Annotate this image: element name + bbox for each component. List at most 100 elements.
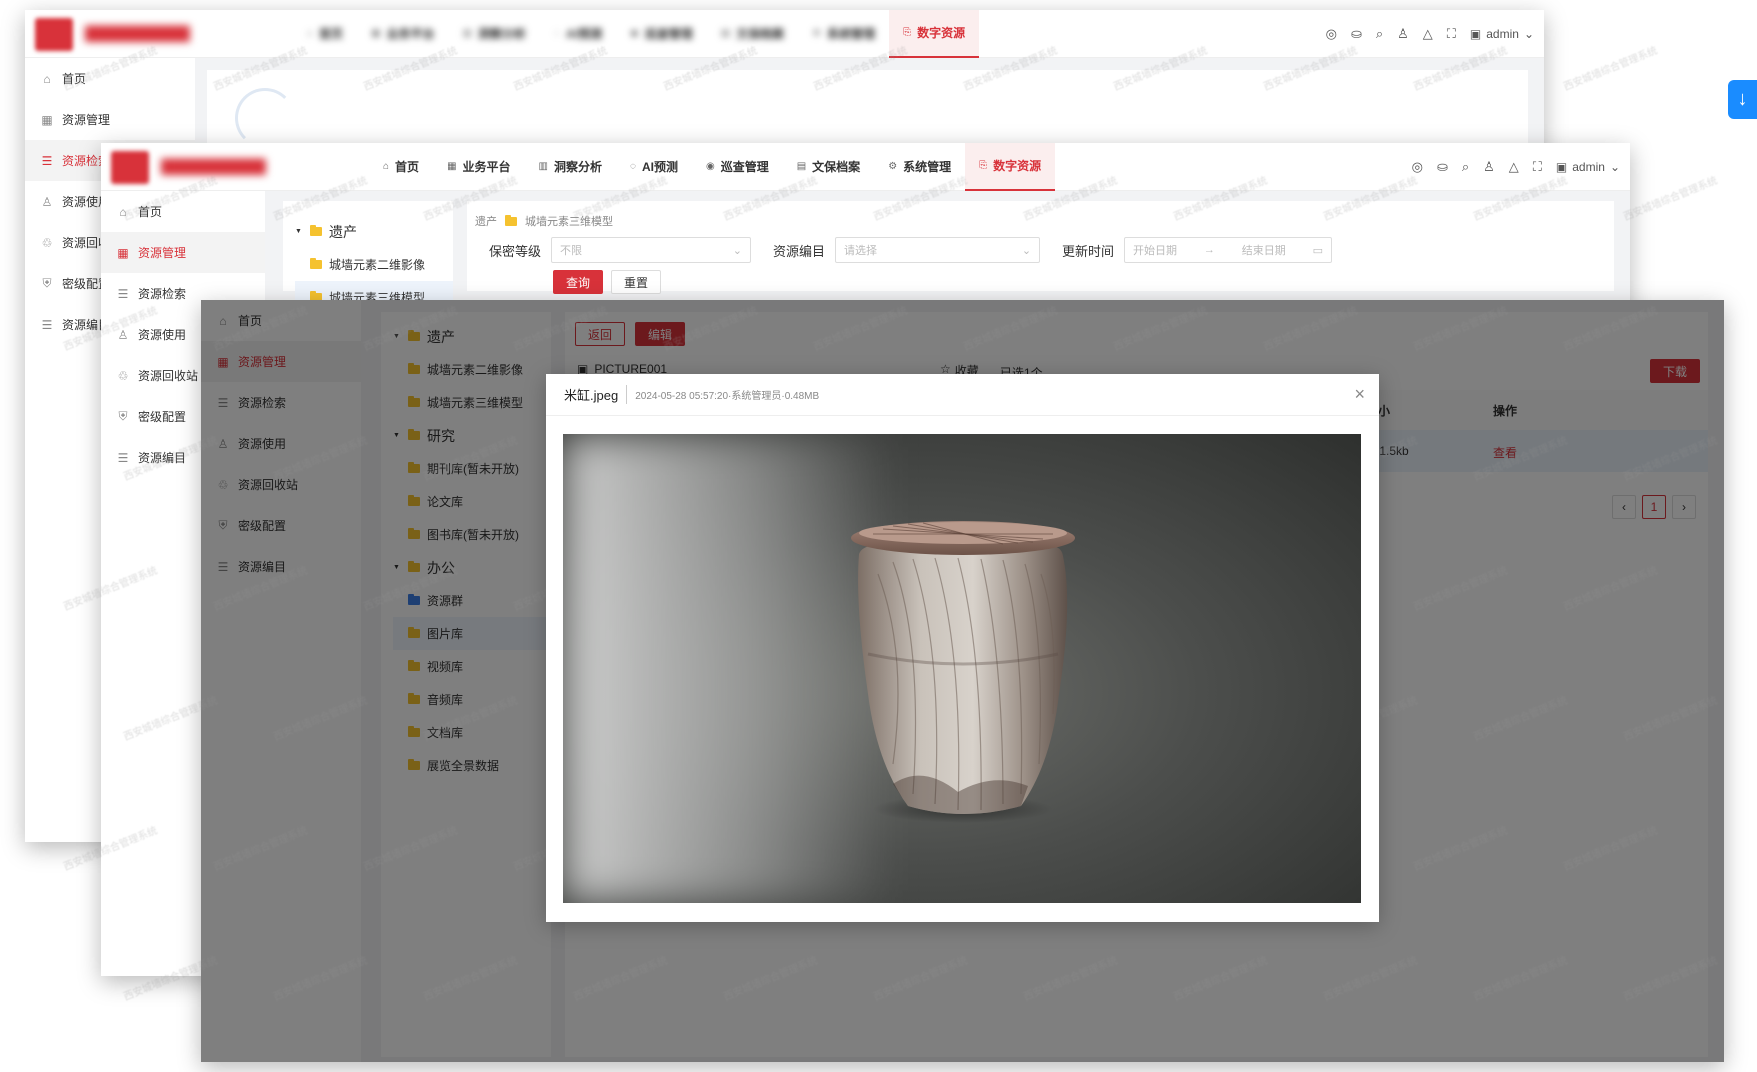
ai-icon: ◌	[630, 161, 636, 172]
search-list-icon: ☰	[41, 153, 53, 168]
modal-meta: 2024-05-28 05:57:20·系统管理员·0.48MB	[635, 391, 820, 402]
fullscreen-icon[interactable]: ⛶	[1533, 159, 1542, 175]
header-tools: ◎ ⛀ ⌕ ♙ △ ⛶ ▣ admin ⌄	[1326, 10, 1534, 58]
filter-actions: 查询 重置	[553, 270, 662, 294]
nav-patrol[interactable]: ◉ 巡查管理	[692, 143, 783, 191]
home-icon: ⌂	[383, 161, 390, 172]
modal-header: 米缸.jpeg 2024-05-28 05:57:20·系统管理员·0.48MB…	[546, 374, 1379, 416]
chevron-down-icon: ⌄	[1021, 244, 1032, 257]
nav-analysis[interactable]: ▥ 洞察分析	[449, 10, 540, 58]
nav-home[interactable]: ⌂ 首页	[369, 143, 433, 191]
chevron-down-icon: ⌄	[1523, 27, 1534, 41]
nav-patrol[interactable]: ◉ 巡查管理	[616, 10, 707, 58]
resource-icon: ⎘	[903, 27, 912, 38]
grid-icon: ▦	[117, 245, 129, 260]
jar-illustration	[851, 521, 1075, 823]
loading-card	[207, 70, 1528, 150]
arrow-down-icon: ↓	[1737, 88, 1748, 110]
search-icon[interactable]: ⌕	[1462, 159, 1469, 175]
loading-spinner-icon	[235, 88, 295, 148]
close-icon[interactable]: ×	[1354, 384, 1365, 404]
nav-home[interactable]: ⌂ 首页	[293, 10, 357, 58]
nav-system[interactable]: ⚙ 系统管理	[798, 10, 889, 58]
top-bar: ▇▇▇▇▇▇▇▇ ⌂ 首页 ▦ 业务平台 ▥ 洞察分析 ◌ AI预测 ◉ 巡查管理 ▤ 文保…	[25, 10, 1544, 58]
catalog-field: 资源编目 请选择 ⌄	[773, 237, 1041, 263]
folder-icon	[505, 214, 517, 226]
shirt-icon[interactable]: ♙	[1397, 26, 1409, 42]
nav-business[interactable]: ▦ 业务平台	[357, 10, 448, 58]
secrecy-label: 保密等级	[489, 243, 542, 259]
reset-button[interactable]: 重置	[611, 270, 662, 294]
lock-icon[interactable]: ⛀	[1351, 26, 1362, 42]
grid-icon: ▦	[447, 161, 457, 172]
fullscreen-icon[interactable]: ⛶	[1447, 26, 1456, 42]
user-menu[interactable]: ▣ admin ⌄	[1556, 160, 1620, 174]
filter-panel: 遗产 城墙元素三维模型 保密等级 不限 ⌄ 资源编目 请选择 ⌄ 更新时间 开始日期 → 结束…	[467, 201, 1614, 294]
folder-icon	[310, 225, 322, 236]
gear-icon: ⚙	[888, 161, 898, 172]
bell-icon[interactable]: △	[1509, 159, 1519, 175]
image-preview-modal: 米缸.jpeg 2024-05-28 05:57:20·系统管理员·0.48MB…	[546, 374, 1379, 922]
eye-icon: ◉	[705, 161, 715, 172]
caret-down-icon: ▼	[295, 228, 302, 235]
catalog-select[interactable]: 请选择 ⌄	[835, 237, 1041, 263]
home-icon: ⌂	[43, 71, 51, 86]
chevron-down-icon: ⌄	[1609, 160, 1620, 174]
nav-archive[interactable]: ▤ 文保档案	[783, 143, 874, 191]
nav-ai[interactable]: ◌ AI预测	[616, 143, 692, 191]
shirt-icon[interactable]: ♙	[1483, 159, 1495, 175]
sidebar-item-home[interactable]: ⌂首页	[101, 191, 265, 232]
top-nav: ⌂ 首页 ▦ 业务平台 ▥ 洞察分析 ◌ AI预测 ◉ 巡查管理 ▤ 文保档案 ⚙ 系统管理 …	[369, 143, 1056, 191]
chevron-down-icon: ⌄	[732, 244, 743, 257]
header-tools: ◎ ⛀ ⌕ ♙ △ ⛶ ▣ admin ⌄	[1412, 143, 1620, 191]
file-icon: ▤	[796, 161, 807, 172]
nav-analysis[interactable]: ▥ 洞察分析	[525, 143, 616, 191]
user-menu[interactable]: ▣ admin ⌄	[1470, 27, 1534, 41]
sidebar-item-resource-manage[interactable]: ▦资源管理	[101, 232, 265, 273]
target-icon[interactable]: ◎	[1412, 159, 1423, 175]
app-logo	[111, 151, 149, 184]
preview-image	[563, 434, 1361, 903]
target-icon[interactable]: ◎	[1326, 26, 1337, 42]
lock-icon[interactable]: ⛀	[1437, 159, 1448, 175]
secrecy-field: 保密等级 不限 ⌄	[489, 237, 752, 263]
modal-title: 米缸.jpeg	[564, 385, 628, 404]
watermark-text: 西安城墙综合管理系统	[1562, 45, 1660, 94]
breadcrumb-root[interactable]: 遗产	[475, 213, 497, 229]
folder-icon	[310, 258, 322, 269]
resource-icon: ⎘	[979, 160, 988, 171]
bell-icon[interactable]: △	[1423, 26, 1433, 42]
avatar: ▣	[1555, 160, 1568, 174]
user-icon: ♙	[41, 194, 53, 209]
nav-ai[interactable]: ◌ AI预测	[540, 10, 616, 58]
nav-business[interactable]: ▦ 业务平台	[433, 143, 524, 191]
shield-icon: ⛨	[118, 409, 128, 423]
top-nav: ⌂ 首页 ▦ 业务平台 ▥ 洞察分析 ◌ AI预测 ◉ 巡查管理 ▤ 文保档案 ⚙ 系统管理 …	[293, 10, 980, 58]
avatar: ▣	[1469, 27, 1482, 41]
query-button[interactable]: 查询	[553, 270, 604, 294]
shield-icon: ⛨	[42, 276, 52, 290]
search-icon[interactable]: ⌕	[1376, 26, 1383, 42]
nav-archive[interactable]: ▤ 文保档案	[707, 10, 798, 58]
app-logo	[35, 18, 73, 51]
top-bar: ▇▇▇▇▇▇▇▇ ⌂ 首页 ▦ 业务平台 ▥ 洞察分析 ◌ AI预测 ◉ 巡查管理 ▤ 文保…	[101, 143, 1630, 191]
app-brand: ▇▇▇▇▇▇▇▇	[85, 24, 190, 42]
tree-node-2d-images[interactable]: 城墙元素二维影像	[295, 248, 453, 281]
chart-icon: ▥	[538, 161, 548, 172]
sidebar-item-resource-manage[interactable]: ▦资源管理	[25, 99, 195, 140]
nav-system[interactable]: ⚙ 系统管理	[874, 143, 965, 191]
sidebar-item-home[interactable]: ⌂首页	[25, 58, 195, 99]
calendar-icon: ▭	[1312, 244, 1324, 257]
time-label: 更新时间	[1062, 243, 1115, 259]
floating-download-button[interactable]: ↓	[1728, 80, 1757, 119]
secrecy-select[interactable]: 不限 ⌄	[551, 237, 752, 263]
nav-digital-resource[interactable]: ⎘ 数字资源	[889, 10, 980, 58]
home-icon: ⌂	[119, 204, 127, 219]
breadcrumb-current: 城墙元素三维模型	[525, 216, 613, 228]
date-range-input[interactable]: 开始日期 → 结束日期 ▭	[1124, 237, 1333, 263]
watermark-text: 西安城墙综合管理系统	[1622, 175, 1720, 224]
tree-node-heritage[interactable]: ▼遗产	[295, 215, 453, 248]
nav-digital-resource[interactable]: ⎘ 数字资源	[965, 143, 1056, 191]
search-list-icon: ☰	[117, 286, 129, 301]
list-icon: ☰	[41, 317, 53, 332]
